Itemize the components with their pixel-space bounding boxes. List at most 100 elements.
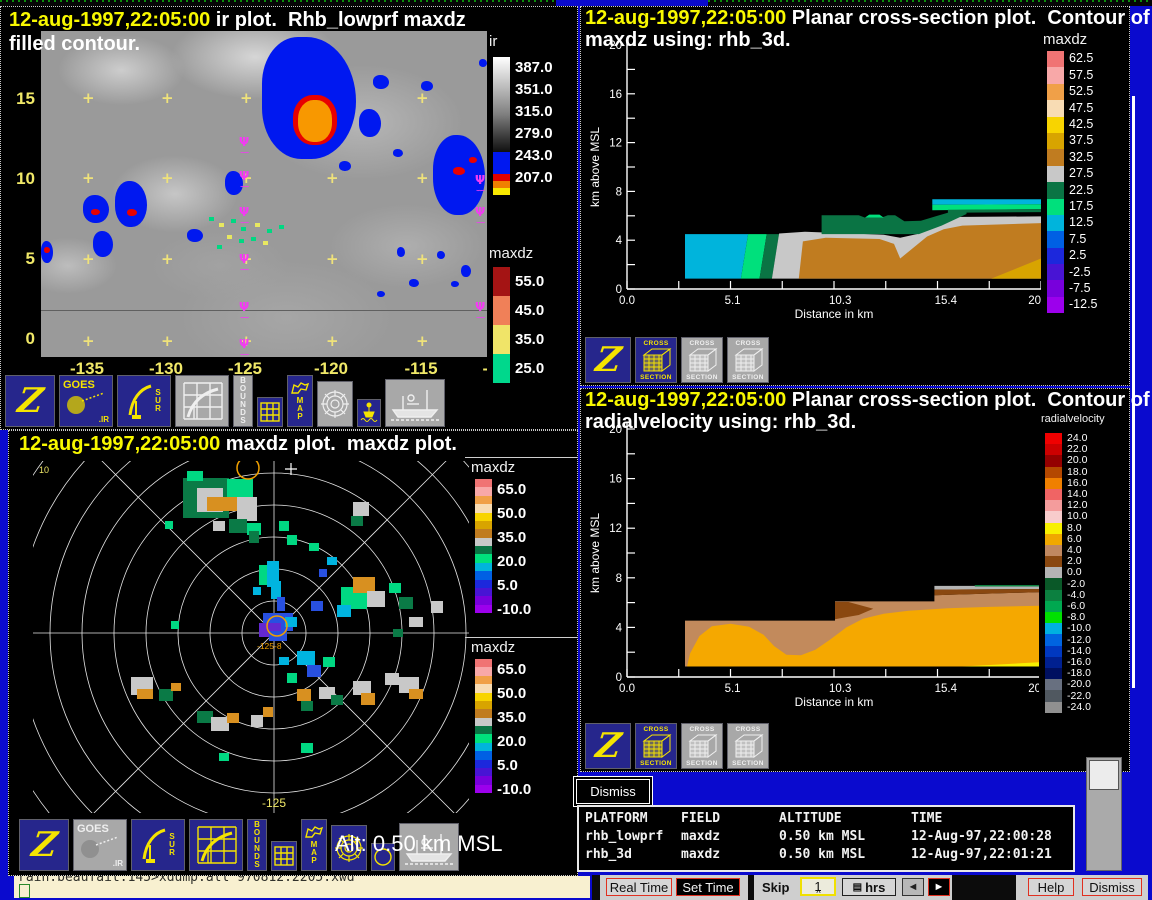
grid-plus-mark: + — [161, 336, 174, 346]
goes-ir-button[interactable]: GOES.IR — [59, 375, 113, 427]
cross-section-1-icon: CROSS — [643, 340, 668, 347]
table-dismiss-button[interactable]: Dismiss — [576, 779, 650, 804]
cross-section-button-1[interactable]: CROSSSECTION — [635, 337, 677, 383]
cross-section-1-icon — [639, 347, 673, 374]
xs2-title: 12-aug-1997,22:05:00 Planar cross-sectio… — [585, 389, 1150, 412]
y-axis-tick-label: 4 — [616, 235, 623, 247]
y-axis-tick-label: 10 — [5, 169, 35, 189]
map-button[interactable]: MAP — [287, 375, 313, 427]
radialvelocity-cross-section-plot[interactable]: 0481216200.05.110.315.420Distance in kmk… — [589, 415, 1094, 721]
scrollbar-thumb[interactable] — [1089, 760, 1119, 790]
colorbar-tick-label: 52.5 — [1069, 84, 1093, 98]
set-time-button[interactable]: Set Time — [676, 878, 740, 896]
cloud-contour-blob — [127, 209, 137, 216]
grid-plus-mark: + — [82, 254, 95, 264]
radar-ppi-plot[interactable]: -125-8-12510 — [33, 461, 483, 813]
scrollbar[interactable] — [1086, 757, 1122, 871]
table-cell: 12-Aug-97,22:01:21 — [911, 846, 1073, 864]
radialvelocity-cross-section-panel: 12-aug-1997,22:05:00 Planar cross-sectio… — [580, 388, 1130, 772]
cross-section-3-icon — [731, 733, 765, 760]
colorbar-tick-label: 22.5 — [1069, 183, 1093, 197]
colorbar-tick-label: 10.0 — [1067, 510, 1087, 522]
radar-grid-button[interactable] — [175, 375, 229, 427]
dismiss-button[interactable]: Dismiss — [1082, 878, 1142, 896]
cross-section-2-icon — [685, 733, 719, 760]
map-button[interactable]: MAP — [301, 819, 327, 871]
skip-value-input[interactable]: 1^ — [800, 877, 836, 896]
table-row: rhb_lowprfmaxdz0.50 km MSL12-Aug-97,22:0… — [585, 828, 1073, 846]
divider — [465, 457, 577, 458]
buoy-button[interactable] — [357, 399, 381, 427]
colorbar-tick-label: -14.0 — [1067, 645, 1091, 657]
goes-ir-button[interactable]: GOES.IR — [73, 819, 127, 871]
colorbar-tick-label: 47.5 — [1069, 101, 1093, 115]
colorbar-tick-label: 4.0 — [1067, 544, 1082, 556]
radar-grid-button[interactable] — [189, 819, 243, 871]
grid-plus-mark: + — [82, 336, 95, 346]
radar-echo-cell — [171, 621, 179, 629]
platform-info-table: PLATFORMFIELDALTITUDETIMErhb_lowprfmaxdz… — [577, 805, 1075, 872]
satellite-toolbar: ZGOES.IRSUR BOUNDS MAP — [5, 373, 445, 427]
x-axis-tick-label: 0.0 — [619, 295, 635, 307]
table-cell: rhb_3d — [585, 846, 681, 864]
colorbar-tick-label: 315.0 — [515, 103, 553, 120]
radar-echo-speck — [227, 235, 232, 239]
goes-ir-icon — [64, 391, 108, 415]
skip-label: Skip — [762, 880, 789, 895]
colorbar-tick-label: 16.0 — [1067, 477, 1087, 489]
satellite-image[interactable]: ++++++++++++++++++++++++Ψ﹏Ψ﹏Ψ﹏Ψ﹏Ψ﹏Ψ﹏Ψ﹏Ψ﹏… — [41, 31, 487, 357]
cross-section-3-icon: CROSS — [735, 726, 760, 733]
y-axis-tick-label: 16 — [609, 89, 622, 101]
bounds-button[interactable]: BOUNDS — [233, 375, 253, 427]
grid-small-button[interactable] — [257, 397, 283, 427]
colorbar-tick-label: 0.0 — [1067, 566, 1082, 578]
cross-section-button-3[interactable]: CROSSSECTION — [727, 337, 769, 383]
real-time-button[interactable]: Real Time — [606, 878, 672, 896]
grid-plus-mark: + — [161, 93, 174, 103]
terminal-command-line: rain:beaufait:145>xdump.all 970812.2205.… — [18, 876, 355, 885]
y-axis-tick-label: 15 — [5, 89, 35, 109]
radar-echo-cell — [319, 569, 327, 577]
table-header-cell: TIME — [911, 810, 1073, 828]
bounds-button[interactable]: BOUNDS — [247, 819, 267, 871]
map-icon — [304, 825, 324, 841]
hours-unit-button[interactable]: ▤hrs — [842, 878, 896, 896]
radar-echo-cell — [279, 657, 289, 665]
y-axis-tick-label: 4 — [616, 622, 623, 634]
zebra-logo-button[interactable]: Z — [19, 819, 69, 871]
surveillance-radar-button[interactable]: SUR — [117, 375, 171, 427]
maxdz-cross-section-plot[interactable]: 0481216200.05.110.315.420Distance in kmk… — [589, 33, 1094, 333]
zebra-logo-button[interactable]: Z — [585, 337, 631, 383]
terminal-window[interactable]: rain:beaufait:145>xdump.all 970812.2205.… — [14, 876, 590, 898]
cross-section-3-icon: CROSS — [735, 340, 760, 347]
cross-section-button-3[interactable]: CROSSSECTION — [727, 723, 769, 769]
polar-grid-button[interactable] — [317, 381, 353, 427]
radar-echo-cell — [409, 689, 423, 699]
help-button[interactable]: Help — [1028, 878, 1074, 896]
surveillance-radar-button[interactable]: SUR — [131, 819, 185, 871]
title-text: ir plot. Rhb_lowprf maxdz — [210, 9, 466, 31]
radar-echo-speck — [263, 241, 268, 245]
colorbar-tick-label: 35.0 — [515, 331, 544, 348]
step-forward-button[interactable]: ► — [928, 878, 950, 896]
cloud-contour-blob — [298, 100, 332, 142]
colorbar-field-label: maxdz — [489, 245, 533, 262]
radar-echo-cell — [287, 673, 297, 683]
xs1-title: 12-aug-1997,22:05:00 Planar cross-sectio… — [585, 7, 1150, 30]
zebra-logo-button[interactable]: Z — [585, 723, 631, 769]
table-header-cell: ALTITUDE — [779, 810, 911, 828]
xs1-title-line2: maxdz using: rhb_3d. — [585, 29, 791, 52]
cross-section-button-2[interactable]: CROSSSECTION — [681, 723, 723, 769]
ship-button[interactable] — [385, 379, 445, 427]
grid-small-icon — [260, 402, 280, 422]
cross-section-3-icon — [731, 347, 765, 374]
zebra-logo-button[interactable]: Z — [5, 375, 55, 427]
surveillance-radar-icon: SUR — [169, 833, 175, 857]
radar-echo-cell — [277, 597, 285, 611]
cross-section-button-2[interactable]: CROSSSECTION — [681, 337, 723, 383]
step-back-button[interactable]: ◄ — [902, 878, 924, 896]
buoy-marker-icon: Ψ﹏ — [239, 207, 249, 222]
radar-echo-cell — [409, 617, 423, 627]
grid-small-button[interactable] — [271, 841, 297, 871]
cross-section-button-1[interactable]: CROSSSECTION — [635, 723, 677, 769]
